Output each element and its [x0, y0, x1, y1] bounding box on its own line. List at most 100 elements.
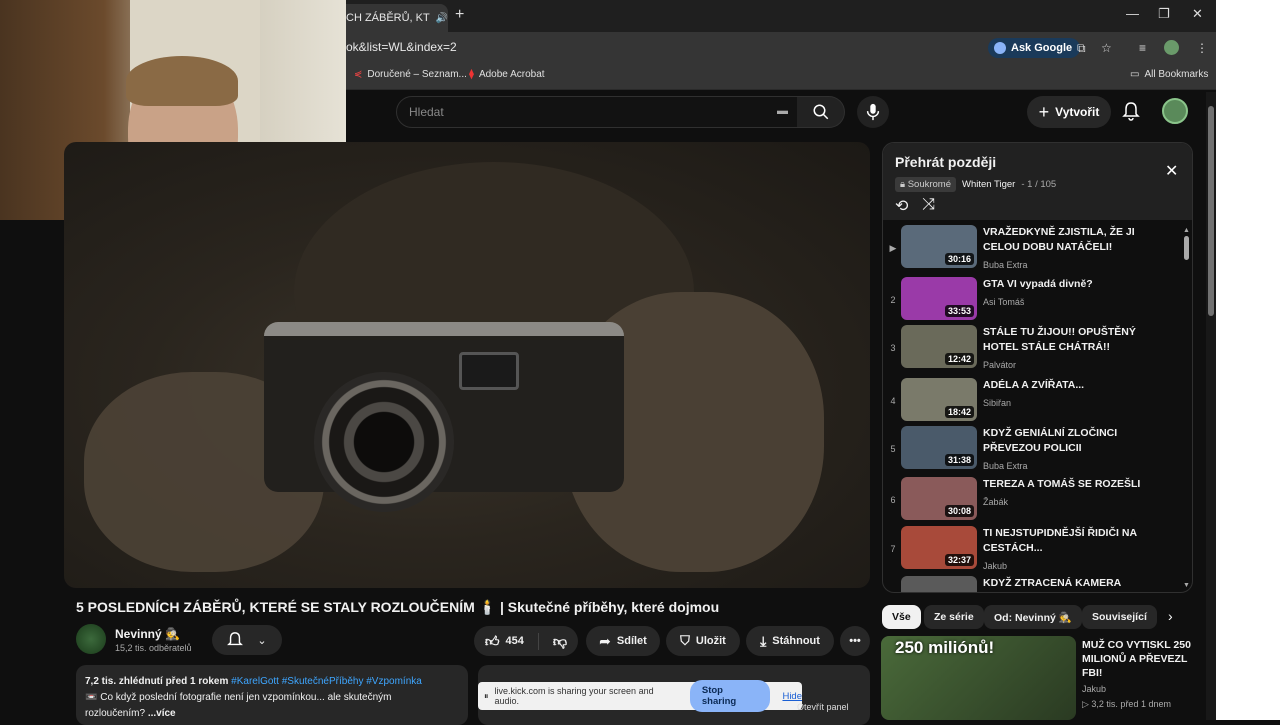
- playlist-item-channel[interactable]: Sibiřan: [983, 398, 1011, 408]
- playlist-title[interactable]: Přehrát později: [895, 154, 996, 170]
- recommendation-thumbnail[interactable]: 250 miliónů!: [881, 636, 1076, 720]
- install-icon[interactable]: ⧉: [1077, 41, 1086, 56]
- share-button[interactable]: ➦ Sdílet: [586, 626, 660, 656]
- video-player[interactable]: [64, 142, 870, 588]
- bookmark-star-icon[interactable]: ☆: [1101, 41, 1112, 55]
- chip-series[interactable]: Ze série: [924, 605, 984, 629]
- playlist-item[interactable]: 6 30:08 TEREZA A TOMÁŠ SE ROZEŠLI Žabák: [883, 477, 1183, 525]
- search-input[interactable]: Hledat ▬: [396, 96, 798, 128]
- shuffle-icon[interactable]: ⤨: [922, 196, 935, 216]
- views-date: 7,2 tis. zhlédnutí před 1 rokem: [85, 676, 229, 687]
- playlist-item-thumbnail[interactable]: 32:37: [901, 526, 977, 569]
- playlist-scrollbar[interactable]: ▲ ▼: [1183, 227, 1190, 589]
- close-window-icon[interactable]: ✕: [1192, 6, 1203, 22]
- ask-google-button[interactable]: Ask Google: [988, 38, 1081, 58]
- playlist-item-thumbnail[interactable]: 30:08: [901, 477, 977, 520]
- playlist-item-thumbnail[interactable]: 30:16: [901, 225, 977, 268]
- voice-search-button[interactable]: [857, 96, 889, 128]
- restore-icon[interactable]: ❐: [1158, 6, 1170, 22]
- scroll-thumb[interactable]: [1183, 236, 1189, 260]
- stop-sharing-button[interactable]: Stop sharing: [689, 680, 771, 712]
- playlist-item-title[interactable]: VRAŽEDKYNĚ ZJISTILA, ŽE JI CELOU DOBU NA…: [983, 225, 1153, 255]
- url-field[interactable]: ok&list=WL&index=2: [346, 40, 457, 54]
- loop-icon[interactable]: ⟲: [895, 196, 908, 216]
- playlist-item-channel[interactable]: Asi Tomáš: [983, 297, 1024, 307]
- like-count: 454: [505, 635, 524, 647]
- download-button[interactable]: ⤓ Stáhnout: [746, 626, 834, 656]
- scroll-up-icon[interactable]: ▲: [1183, 227, 1190, 234]
- hashtags[interactable]: #KarelGott #SkutečnéPříběhy #Vzpomínka: [231, 676, 422, 687]
- recommendation-title[interactable]: MUŽ CO VYTISKL 250 MILIONŮ A PŘEVEZL FBI…: [1082, 638, 1202, 680]
- close-icon[interactable]: ✕: [1165, 161, 1178, 181]
- search-button[interactable]: [797, 96, 845, 128]
- keyboard-icon[interactable]: ▬: [777, 105, 788, 117]
- channel-avatar[interactable]: [76, 624, 106, 654]
- playlist-item[interactable]: 5 31:38 KDYŽ GENIÁLNÍ ZLOČINCI PŘEVEZOU PO…: [883, 426, 1183, 474]
- chevron-down-icon: ⌄: [257, 634, 267, 647]
- browser-tab[interactable]: CH ZÁBĚRŮ, KT 🔊 ✕: [330, 4, 448, 32]
- playlist-item-thumbnail[interactable]: [901, 576, 977, 592]
- playlist-owner[interactable]: Whiten Tiger: [962, 179, 1015, 190]
- playlist-item-title[interactable]: KDYŽ ZTRACENÁ KAMERA: [983, 576, 1153, 591]
- playlist-item-title[interactable]: GTA VI vypadá divně?: [983, 277, 1153, 292]
- bookmark-seznam[interactable]: ⋞ Doručené – Seznam...: [354, 69, 467, 80]
- playlist-item-title[interactable]: STÁLE TU ŽIJOU!! OPUŠTĚNÝ HOTEL STÁLE CH…: [983, 325, 1153, 355]
- playlist-item-thumbnail[interactable]: 18:42: [901, 378, 977, 421]
- playlist-panel: Přehrát později 🔒︎ Soukromé Whiten Tiger…: [882, 142, 1193, 593]
- playlist-item-title[interactable]: ADÉLA A ZVÍŘATA...: [983, 378, 1153, 393]
- playlist-item[interactable]: 2 33:53 GTA VI vypadá divně? Asi Tomáš: [883, 277, 1183, 325]
- page-scroll-thumb[interactable]: [1208, 106, 1214, 316]
- bookmark-acrobat[interactable]: ⧫ Adobe Acrobat: [469, 69, 545, 80]
- profile-icon[interactable]: [1164, 40, 1179, 55]
- channel-name[interactable]: Nevinný 🕵️: [115, 627, 180, 641]
- open-panel-button[interactable]: Otevřít panel: [797, 702, 849, 712]
- playlist-item[interactable]: 4 18:42 ADÉLA A ZVÍŘATA... Sibiřan: [883, 378, 1183, 426]
- save-button[interactable]: ⛉ Uložit: [666, 626, 740, 656]
- playlist-meta: 🔒︎ Soukromé Whiten Tiger - 1 / 105: [895, 177, 1056, 192]
- playlist-item[interactable]: 3 12:42 STÁLE TU ŽIJOU!! OPUŠTĚNÝ HOTEL ST…: [883, 325, 1183, 373]
- thumbs-down-icon[interactable]: 👎︎: [545, 633, 567, 650]
- notifications-button[interactable]: [1122, 101, 1140, 126]
- chevron-right-icon[interactable]: ›: [1168, 608, 1173, 624]
- playlist-item-title[interactable]: TI NEJSTUPIDNĚJŠÍ ŘIDIČI NA CESTÁCH...: [983, 526, 1153, 556]
- playlist-item-duration: 33:53: [944, 305, 974, 317]
- chip-channel[interactable]: Od: Nevinný 🕵️: [984, 605, 1082, 629]
- user-avatar[interactable]: [1162, 98, 1188, 124]
- playlist-item-index: 5: [890, 444, 896, 454]
- playlist-item-title[interactable]: TEREZA A TOMÁŠ SE ROZEŠLI: [983, 477, 1153, 492]
- recommendation-channel[interactable]: Jakub: [1082, 684, 1106, 694]
- like-button[interactable]: 👍︎ 454: [485, 632, 539, 650]
- description-box[interactable]: 7,2 tis. zhlédnutí před 1 rokem #KarelGo…: [76, 665, 468, 725]
- chip-related[interactable]: Související: [1082, 605, 1157, 629]
- playlist-item-title[interactable]: KDYŽ GENIÁLNÍ ZLOČINCI PŘEVEZOU POLICII: [983, 426, 1153, 456]
- playlist-item-thumbnail[interactable]: 12:42: [901, 325, 977, 368]
- more-actions-button[interactable]: •••: [840, 626, 870, 656]
- privacy-badge: 🔒︎ Soukromé: [895, 177, 957, 192]
- media-icon[interactable]: ≡: [1139, 41, 1146, 55]
- playlist-item-thumbnail[interactable]: 33:53: [901, 277, 977, 320]
- more-link[interactable]: ...více: [148, 708, 176, 719]
- new-tab-button[interactable]: +: [455, 6, 464, 24]
- playlist-item-channel[interactable]: Buba Extra: [983, 260, 1028, 270]
- create-button[interactable]: + Vytvořit: [1027, 96, 1111, 128]
- playlist-item[interactable]: 8KDYŽ ZTRACENÁ KAMERA: [883, 576, 1183, 592]
- page-scrollbar[interactable]: [1206, 92, 1216, 720]
- scroll-down-icon[interactable]: ▼: [1183, 582, 1190, 589]
- subscribed-button[interactable]: ⌄: [212, 625, 282, 655]
- playlist-item-channel[interactable]: Žabák: [983, 497, 1008, 507]
- bookmark-label: Doručené – Seznam...: [367, 69, 467, 80]
- playlist-item-index: 4: [890, 396, 896, 406]
- chip-all[interactable]: Vše: [882, 605, 921, 629]
- playlist-item-channel[interactable]: Palvátor: [983, 360, 1016, 370]
- playlist-item-channel[interactable]: Buba Extra: [983, 461, 1028, 471]
- download-label: Stáhnout: [772, 635, 820, 647]
- all-bookmarks[interactable]: ▭ All Bookmarks: [1130, 69, 1208, 80]
- playlist-item-channel[interactable]: Jakub: [983, 561, 1007, 571]
- playlist-item[interactable]: ▶ 30:16 VRAŽEDKYNĚ ZJISTILA, ŽE JI CELOU D…: [883, 225, 1183, 273]
- webcam-person-hair: [126, 56, 238, 106]
- hide-button[interactable]: Hide: [782, 691, 802, 702]
- menu-dots-icon[interactable]: ⋮: [1196, 41, 1208, 55]
- minimize-icon[interactable]: —: [1126, 6, 1139, 21]
- playlist-item[interactable]: 7 32:37 TI NEJSTUPIDNĚJŠÍ ŘIDIČI NA CESTÁC…: [883, 526, 1183, 574]
- playlist-item-thumbnail[interactable]: 31:38: [901, 426, 977, 469]
